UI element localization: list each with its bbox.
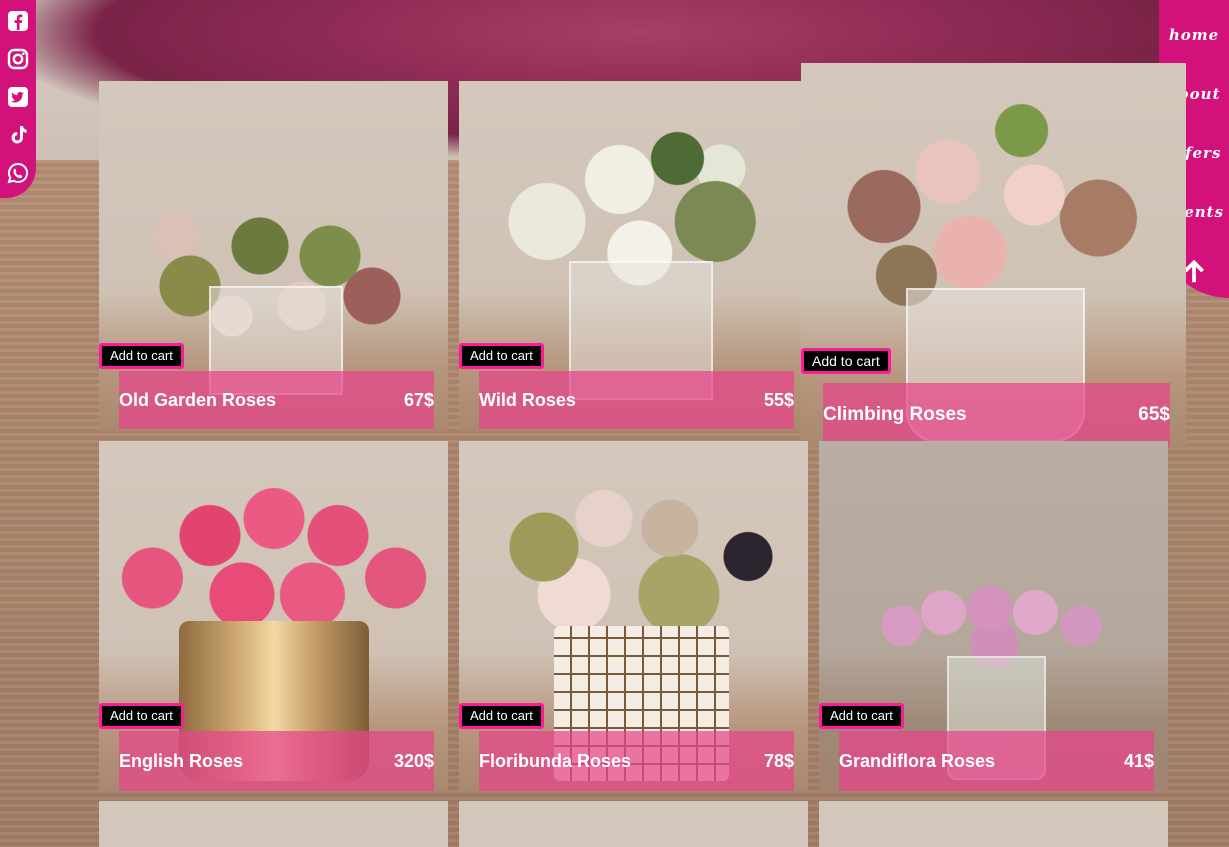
product-card: Add to cart Grandiflora Roses 41$ <box>819 441 1168 791</box>
twitter-icon[interactable] <box>5 84 31 110</box>
product-name: Grandiflora Roses <box>839 750 996 771</box>
price-bar: Climbing Roses 65$ <box>823 383 1170 447</box>
product-card <box>99 801 448 847</box>
product-price: 67$ <box>403 389 434 410</box>
price-bar: Floribunda Roses 78$ <box>479 731 794 791</box>
product-card: Add to cart English Roses 320$ <box>99 441 448 791</box>
social-sidebar <box>0 0 36 198</box>
product-card <box>819 801 1168 847</box>
product-name: Old Garden Roses <box>119 389 277 410</box>
product-name: Floribunda Roses <box>479 750 632 771</box>
add-to-cart-button[interactable]: Add to cart <box>459 703 544 729</box>
whatsapp-icon[interactable] <box>5 160 31 186</box>
instagram-icon[interactable] <box>5 46 31 72</box>
price-bar: Wild Roses 55$ <box>479 371 794 429</box>
facebook-icon[interactable] <box>5 8 31 34</box>
price-bar: Grandiflora Roses 41$ <box>839 731 1154 791</box>
add-to-cart-button[interactable]: Add to cart <box>99 343 184 369</box>
add-to-cart-button[interactable]: Add to cart <box>459 343 544 369</box>
product-price: 41$ <box>1123 750 1154 771</box>
product-price: 320$ <box>393 750 434 771</box>
product-card: Add to cart Wild Roses 55$ <box>459 81 808 431</box>
product-name: Climbing Roses <box>823 404 967 425</box>
price-bar: Old Garden Roses 67$ <box>119 371 434 429</box>
add-to-cart-button[interactable]: Add to cart <box>801 348 891 374</box>
add-to-cart-button[interactable]: Add to cart <box>819 703 904 729</box>
product-price: 55$ <box>763 389 794 410</box>
product-price: 78$ <box>763 750 794 771</box>
product-card <box>459 801 808 847</box>
product-name: Wild Roses <box>479 389 576 410</box>
tiktok-icon[interactable] <box>5 122 31 148</box>
product-card: Add to cart Old Garden Roses 67$ <box>99 81 448 431</box>
add-to-cart-button[interactable]: Add to cart <box>99 703 184 729</box>
product-price: 65$ <box>1138 404 1170 425</box>
product-name: English Roses <box>119 750 244 771</box>
product-card: Add to cart Climbing Roses 65$ <box>801 63 1186 448</box>
product-card: Add to cart Floribunda Roses 78$ <box>459 441 808 791</box>
price-bar: English Roses 320$ <box>119 731 434 791</box>
